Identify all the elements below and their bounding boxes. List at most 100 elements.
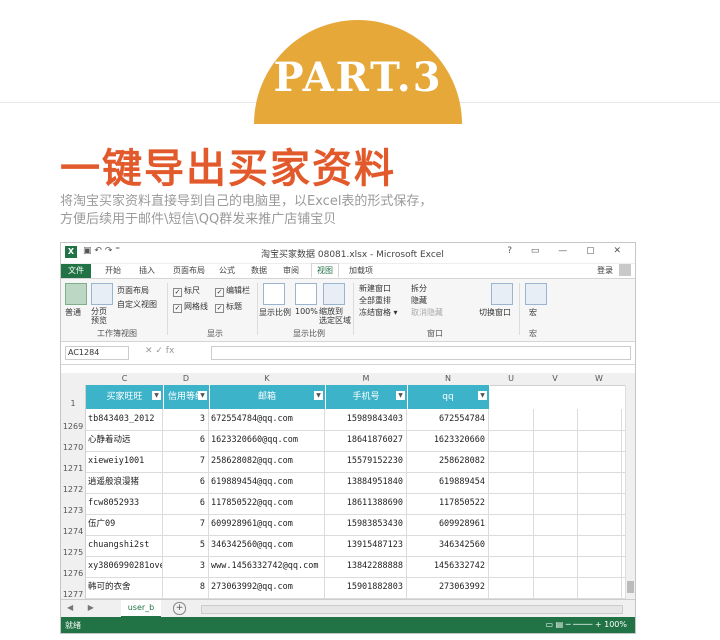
empty-cell[interactable]: [577, 451, 622, 472]
row-header[interactable]: 1277: [61, 590, 85, 599]
cell-email[interactable]: 672554784@qq.com: [209, 409, 325, 430]
cell-qq[interactable]: 117850522: [407, 493, 489, 514]
normal-view-label[interactable]: 普通: [65, 307, 81, 318]
page-layout-view-button[interactable]: 页面布局: [117, 285, 149, 296]
unhide-button[interactable]: 取消隐藏: [411, 307, 443, 318]
empty-cell[interactable]: [489, 577, 534, 598]
filter-dropdown-icon[interactable]: ▼: [198, 391, 207, 400]
zoom-100-icon[interactable]: [295, 283, 317, 305]
cell-name[interactable]: 心静着动远: [86, 430, 163, 451]
cell-name[interactable]: fcw8052933: [86, 493, 163, 514]
sheet-tab-user-b[interactable]: user_b: [121, 600, 161, 618]
row-header[interactable]: 1275: [61, 548, 85, 557]
row-header[interactable]: 1272: [61, 485, 85, 494]
empty-cell[interactable]: [533, 514, 578, 535]
empty-cell[interactable]: [533, 577, 578, 598]
cell-email[interactable]: 1623320660@qq.com: [209, 430, 325, 451]
cell-name[interactable]: xieweiy1001: [86, 451, 163, 472]
tab-data[interactable]: 数据: [251, 265, 267, 276]
empty-cell[interactable]: [533, 556, 578, 577]
tab-view[interactable]: 视图: [311, 263, 339, 278]
column-header[interactable]: D: [163, 374, 209, 383]
row-header[interactable]: 1: [61, 399, 85, 408]
cell-email[interactable]: 619889454@qq.com: [209, 472, 325, 493]
cell-qq[interactable]: 1456332742: [407, 556, 489, 577]
empty-cell[interactable]: [489, 451, 534, 472]
empty-cell[interactable]: [577, 556, 622, 577]
empty-cell[interactable]: [489, 514, 534, 535]
empty-cell[interactable]: [489, 493, 534, 514]
cell-name[interactable]: chuangshi2st: [86, 535, 163, 556]
tab-addins[interactable]: 加载项: [349, 265, 373, 276]
tab-insert[interactable]: 插入: [139, 265, 155, 276]
cell-qq[interactable]: 619889454: [407, 472, 489, 493]
cell-name[interactable]: 韩可的衣舍: [86, 577, 163, 598]
filter-dropdown-icon[interactable]: ▼: [152, 391, 161, 400]
page-break-icon[interactable]: [91, 283, 113, 305]
cell-qq[interactable]: 273063992: [407, 577, 489, 598]
filter-dropdown-icon[interactable]: ▼: [396, 391, 405, 400]
arrange-all-button[interactable]: 全部重排: [359, 295, 391, 306]
cell-name[interactable]: 伍广09: [86, 514, 163, 535]
zoom-label[interactable]: 显示比例: [259, 307, 291, 318]
empty-cell[interactable]: [489, 535, 534, 556]
headings-checkbox[interactable]: ✓ 标题: [215, 301, 242, 313]
custom-views-button[interactable]: 自定义视图: [117, 299, 157, 310]
vertical-scrollbar[interactable]: [625, 385, 635, 599]
new-window-button[interactable]: 新建窗口: [359, 283, 391, 294]
add-sheet-icon[interactable]: +: [173, 602, 186, 615]
cell-qq[interactable]: 1623320660: [407, 430, 489, 451]
column-header[interactable]: N: [407, 374, 489, 383]
row-header[interactable]: 1276: [61, 569, 85, 578]
zoom-selection-icon[interactable]: [323, 283, 345, 305]
undo-icon[interactable]: ↶: [94, 246, 102, 256]
empty-cell[interactable]: [533, 430, 578, 451]
sign-in-link[interactable]: 登录: [597, 265, 613, 276]
switch-windows-icon[interactable]: [491, 283, 513, 305]
cell-phone[interactable]: 15989843403: [325, 409, 407, 430]
cell-qq[interactable]: 672554784: [407, 409, 489, 430]
name-box[interactable]: AC1284: [65, 346, 129, 360]
macros-label[interactable]: 宏: [529, 307, 537, 318]
redo-icon[interactable]: ↷: [105, 246, 113, 256]
macros-icon[interactable]: [525, 283, 547, 305]
tab-home[interactable]: 开始: [105, 265, 121, 276]
cell-name[interactable]: tb843403_2012: [86, 409, 163, 430]
cell-level[interactable]: 7: [163, 514, 209, 535]
filter-dropdown-icon[interactable]: ▼: [478, 391, 487, 400]
switch-windows-label[interactable]: 切换窗口: [479, 307, 511, 318]
zoom-controls[interactable]: ▭ ▤ ─ ──── + 100%: [546, 620, 628, 629]
column-header[interactable]: U: [489, 374, 533, 383]
column-header[interactable]: C: [86, 374, 163, 383]
cell-phone[interactable]: 13915487123: [325, 535, 407, 556]
page-break-label[interactable]: 分页 预览: [91, 307, 113, 325]
scroll-thumb[interactable]: [627, 581, 634, 593]
row-header[interactable]: 1270: [61, 443, 85, 452]
sheet-nav-arrows[interactable]: ◀ ▶: [67, 603, 100, 612]
empty-cell[interactable]: [489, 556, 534, 577]
tab-formulas[interactable]: 公式: [219, 265, 235, 276]
zoom-100-label[interactable]: 100%: [295, 307, 318, 316]
cell-level[interactable]: 6: [163, 472, 209, 493]
tab-review[interactable]: 审阅: [283, 265, 299, 276]
formula-input[interactable]: [211, 346, 631, 360]
cell-email[interactable]: 258628082@qq.com: [209, 451, 325, 472]
save-icon[interactable]: ▣: [83, 246, 92, 256]
cell-level[interactable]: 3: [163, 409, 209, 430]
cell-name[interactable]: xy3806990281ove: [86, 556, 163, 577]
cell-email[interactable]: 609928961@qq.com: [209, 514, 325, 535]
split-button[interactable]: 拆分: [411, 283, 427, 294]
column-header[interactable]: W: [577, 374, 621, 383]
empty-cell[interactable]: [533, 535, 578, 556]
empty-cell[interactable]: [577, 430, 622, 451]
empty-cell[interactable]: [577, 493, 622, 514]
row-header[interactable]: 1271: [61, 464, 85, 473]
cell-level[interactable]: 6: [163, 493, 209, 514]
filter-dropdown-icon[interactable]: ▼: [314, 391, 323, 400]
empty-cell[interactable]: [533, 493, 578, 514]
empty-cell[interactable]: [489, 430, 534, 451]
cell-phone[interactable]: 18611388690: [325, 493, 407, 514]
header-buyer-name[interactable]: 买家旺旺 ▼: [86, 385, 164, 409]
tab-file[interactable]: 文件: [61, 264, 91, 278]
window-controls[interactable]: ? ▭ — ▢ ✕: [507, 246, 629, 256]
